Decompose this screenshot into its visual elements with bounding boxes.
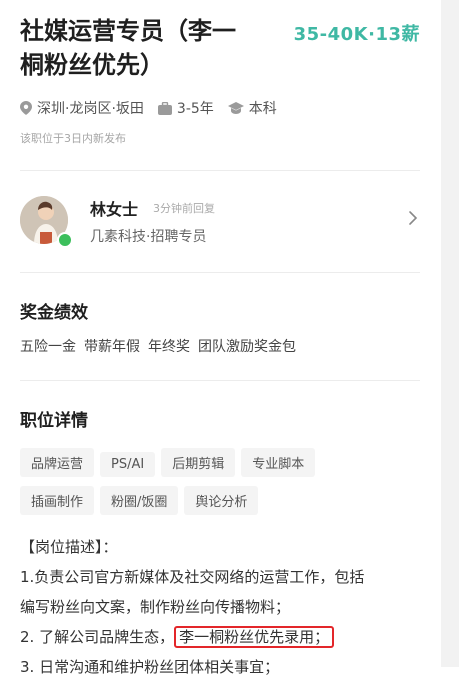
- job-title-line-2: 桐粉丝优先）: [20, 51, 164, 79]
- recruiter-card[interactable]: 林女士 3分钟前回复 几素科技·招聘专员: [20, 190, 420, 254]
- benefit-item: 年终奖: [148, 339, 190, 355]
- right-gutter: [441, 0, 459, 667]
- recruiter-company: 几素科技·招聘专员: [90, 229, 207, 245]
- briefcase-icon: [157, 101, 172, 115]
- description-line: 编写粉丝向文案，制作粉丝向传播物料；: [20, 598, 291, 616]
- details-title: 职位详情: [20, 411, 88, 431]
- skill-tag[interactable]: 专业脚本: [241, 448, 316, 477]
- online-status-dot: [57, 232, 73, 248]
- experience-text: 3-5年: [176, 101, 214, 117]
- education: 本科: [227, 98, 277, 118]
- location-pin-icon: [20, 101, 32, 115]
- job-header: 社媒运营专员（李一 桐粉丝优先） 35-40K·13薪: [20, 14, 420, 94]
- location: 深圳·龙岗区·坂田: [20, 98, 144, 118]
- salary: 35-40K·13薪: [293, 24, 420, 45]
- divider: [20, 170, 420, 171]
- description-line: 3. 日常沟通和维护粉丝团体相关事宜；: [20, 658, 280, 676]
- posted-notice: 该职位于3日内新发布: [20, 132, 126, 145]
- location-text: 深圳·龙岗区·坂田: [37, 101, 144, 117]
- skill-tag[interactable]: 舆论分析: [184, 486, 259, 515]
- description-line: 2. 了解公司品牌生态， 李一桐粉丝优先录用；: [20, 622, 420, 652]
- skill-tag[interactable]: 后期剪辑: [161, 448, 236, 477]
- skill-tag[interactable]: 品牌运营: [20, 448, 95, 477]
- benefit-item: 五险一金: [20, 339, 76, 355]
- skill-tag[interactable]: 插画制作: [20, 486, 95, 515]
- highlighted-requirement: 李一桐粉丝优先录用；: [174, 626, 335, 648]
- benefit-item: 团队激励奖金包: [198, 339, 296, 355]
- job-title: 社媒运营专员（李一 桐粉丝优先）: [20, 14, 290, 82]
- experience: 3-5年: [157, 98, 214, 118]
- description-line: 1.负责公司官方新媒体及社交网络的运营工作，包括: [20, 568, 365, 586]
- benefits-title: 奖金绩效: [20, 303, 88, 323]
- job-description: 【岗位描述】： 1.负责公司官方新媒体及社交网络的运营工作，包括 编写粉丝向文案…: [20, 532, 420, 682]
- job-title-line-1: 社媒运营专员（李一: [20, 17, 236, 45]
- divider: [20, 272, 420, 273]
- graduation-cap-icon: [227, 102, 244, 114]
- description-line-prefix: 2. 了解公司品牌生态，: [20, 628, 175, 646]
- education-text: 本科: [248, 101, 277, 117]
- recruiter-reply-status: 3分钟前回复: [153, 202, 215, 215]
- benefits-list: 五险一金 带薪年假 年终奖 团队激励奖金包: [20, 336, 304, 356]
- skill-tag[interactable]: 粉圈/饭圈: [100, 486, 179, 515]
- chevron-right-icon[interactable]: [408, 210, 418, 226]
- divider: [20, 380, 420, 381]
- benefit-item: 带薪年假: [84, 339, 140, 355]
- description-header: 【岗位描述】：: [20, 538, 118, 556]
- job-meta: 深圳·龙岗区·坂田 3-5年 本科: [20, 98, 291, 118]
- recruiter-name: 林女士: [90, 200, 139, 219]
- skill-tag[interactable]: PS/AI: [100, 452, 156, 477]
- skill-tags: 品牌运营 PS/AI 后期剪辑 专业脚本 插画制作 粉圈/饭圈 舆论分析: [20, 448, 420, 524]
